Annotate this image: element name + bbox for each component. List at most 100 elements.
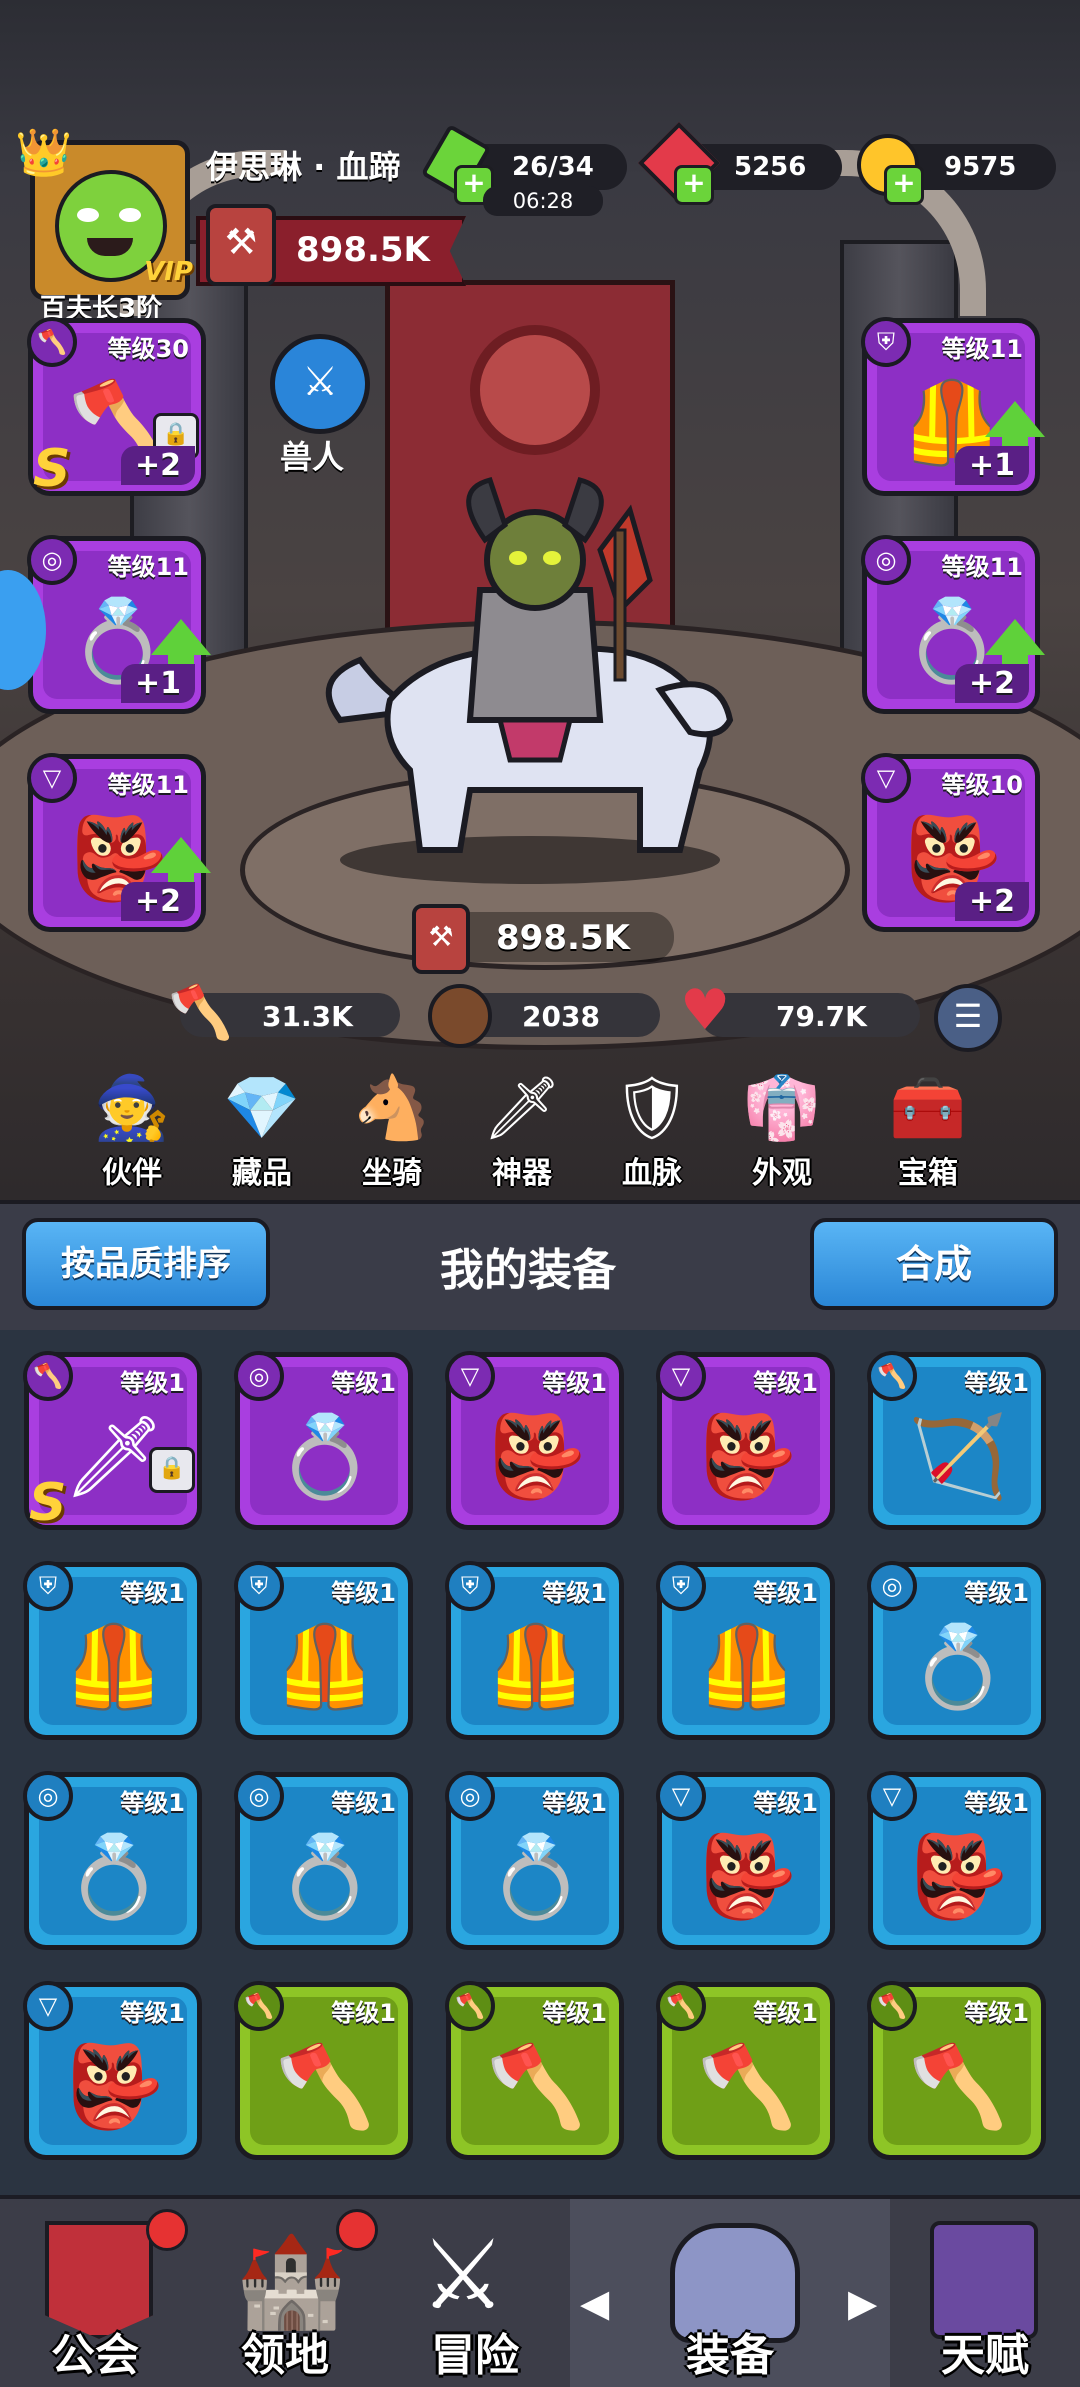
partner-icon: 🧙 bbox=[93, 1071, 171, 1144]
necklace-slot-icon: ▽ bbox=[23, 1981, 73, 2031]
sort-by-quality-button[interactable]: 按品质排序 bbox=[22, 1218, 270, 1310]
menu-artifact[interactable]: 🗡 神器 bbox=[472, 1068, 572, 1192]
inventory-item[interactable]: 🪓 等级1 🪓 bbox=[445, 1981, 624, 2160]
inventory-item[interactable]: 🪓 等级1 🏹 bbox=[867, 1351, 1046, 1530]
ring-icon: 💍 bbox=[275, 1830, 375, 1923]
inventory-item[interactable]: ▽ 等级1 👺 bbox=[445, 1351, 624, 1530]
armor-slot-icon: ⛨ bbox=[23, 1561, 73, 1611]
inventory-item[interactable]: 🪓 等级1 🗡 🔒 S bbox=[23, 1351, 202, 1533]
item-level: 等级1 bbox=[331, 1999, 396, 2027]
inventory-item[interactable]: ⛨ 等级1 🦺 bbox=[656, 1561, 835, 1740]
item-level: 等级1 bbox=[120, 1789, 185, 1817]
armor-slot-icon: ⛨ bbox=[445, 1561, 495, 1611]
nav-equipment[interactable]: ◀ ▶ 装备 bbox=[570, 2195, 890, 2387]
artifact-icon: 🗡 bbox=[482, 1071, 562, 1144]
inventory-item[interactable]: ▽ 等级1 👺 bbox=[656, 1771, 835, 1950]
inventory-item[interactable]: 🪓 等级1 🪓 bbox=[656, 1981, 835, 2160]
banner-emblem bbox=[470, 325, 600, 455]
item-level: 等级1 bbox=[964, 1789, 1029, 1817]
slot-level: 等级11 bbox=[941, 553, 1023, 581]
ring-slot-icon: ◎ bbox=[23, 1771, 73, 1821]
item-level: 等级1 bbox=[542, 1369, 607, 1397]
menu-label: 伙伴 bbox=[102, 1156, 162, 1191]
inventory-title: 我的装备 bbox=[440, 1245, 616, 1296]
necklace-slot-icon: ▽ bbox=[445, 1351, 495, 1401]
ring-icon: 💍 bbox=[64, 1830, 164, 1923]
slot-level: 等级11 bbox=[941, 335, 1023, 363]
item-level: 等级1 bbox=[964, 1999, 1029, 2027]
item-level: 等级1 bbox=[964, 1579, 1029, 1607]
item-level: 等级1 bbox=[120, 1999, 185, 2027]
hp-value: 79.7K bbox=[776, 1000, 867, 1033]
nav-label: 天赋 bbox=[941, 2330, 1029, 2381]
inventory-item[interactable]: ▽ 等级1 👺 bbox=[23, 1981, 202, 2160]
ring-slot-icon: ◎ bbox=[445, 1771, 495, 1821]
hero-power-value: 898.5K bbox=[496, 918, 630, 958]
menu-label: 神器 bbox=[492, 1156, 552, 1191]
nav-territory[interactable]: 🏰 领地 bbox=[190, 2195, 380, 2387]
menu-appearance[interactable]: 👘 外观 bbox=[732, 1068, 832, 1192]
nav-guild[interactable]: 公会 bbox=[0, 2195, 190, 2387]
slot-level: 等级11 bbox=[107, 553, 189, 581]
inventory-item[interactable]: ◎ 等级1 💍 bbox=[234, 1351, 413, 1530]
gem-add-icon[interactable]: + bbox=[674, 165, 714, 205]
inventory-item[interactable]: ▽ 等级1 👺 bbox=[656, 1351, 835, 1530]
armor-icon: 🦺 bbox=[697, 1620, 797, 1713]
player-avatar[interactable]: 👑 VIP bbox=[15, 125, 193, 300]
menu-bloodline[interactable]: 🛡 血脉 bbox=[602, 1068, 702, 1192]
inventory-item[interactable]: ◎ 等级1 💍 bbox=[234, 1771, 413, 1950]
gold-add-icon[interactable]: + bbox=[884, 165, 924, 205]
stats-list-icon[interactable]: ☰ bbox=[934, 984, 1002, 1052]
slot-level: 等级10 bbox=[941, 771, 1023, 799]
hero-character[interactable] bbox=[300, 470, 760, 890]
item-level: 等级1 bbox=[120, 1579, 185, 1607]
inventory-item[interactable]: ⛨ 等级1 🦺 bbox=[23, 1561, 202, 1740]
equip-slot-necklace[interactable]: ▽ 等级10 👺 +2 bbox=[861, 753, 1040, 932]
inventory-item[interactable]: ◎ 等级1 💍 bbox=[445, 1771, 624, 1950]
inventory-item[interactable]: 🪓 等级1 🪓 bbox=[234, 1981, 413, 2160]
necklace-slot-icon: ▽ bbox=[656, 1351, 706, 1401]
equip-slot-ring[interactable]: ◎ 等级11 💍 +1 bbox=[27, 535, 211, 714]
feature-menu: 🧙 伙伴 💎 藏品 🐴 坐骑 🗡 神器 🛡 血脉 👘 外观 🧰 宝箱 bbox=[0, 1068, 1080, 1200]
menu-collection[interactable]: 💎 藏品 bbox=[212, 1068, 312, 1192]
item-level: 等级1 bbox=[542, 1789, 607, 1817]
gem-value: 5256 bbox=[734, 152, 807, 182]
inventory-item[interactable]: ◎ 等级1 💍 bbox=[23, 1771, 202, 1950]
merge-button[interactable]: 合成 bbox=[810, 1218, 1058, 1310]
attack-axe-icon: 🪓 bbox=[168, 983, 233, 1043]
equip-slot-armor[interactable]: ⛨ 等级11 🦺 +1 bbox=[861, 317, 1045, 496]
equip-slot-necklace[interactable]: ▽ 等级11 👺 +2 bbox=[27, 753, 211, 932]
menu-label: 外观 bbox=[752, 1156, 812, 1191]
armor-icon: 🦺 bbox=[64, 1620, 164, 1713]
equip-slot-ring[interactable]: ◎ 等级11 💍 +2 bbox=[861, 535, 1045, 714]
defense-value: 2038 bbox=[522, 1000, 600, 1033]
inventory-item[interactable]: ⛨ 等级1 🦺 bbox=[445, 1561, 624, 1740]
inventory-item[interactable]: ▽ 等级1 👺 bbox=[867, 1771, 1046, 1950]
necklace-icon: 👺 bbox=[697, 1830, 797, 1923]
nav-adventure[interactable]: ⚔ 冒险 bbox=[380, 2195, 570, 2387]
inventory-item[interactable]: 🪓 等级1 🪓 bbox=[867, 1981, 1046, 2160]
weapon-slot-icon: 🪓 bbox=[867, 1981, 917, 2031]
necklace-icon: 👺 bbox=[486, 1410, 586, 1503]
orc-race-icon[interactable]: ⚔ bbox=[270, 334, 370, 434]
menu-partner[interactable]: 🧙 伙伴 bbox=[82, 1068, 182, 1192]
slot-plus: +2 bbox=[954, 664, 1029, 703]
power-value: 898.5K bbox=[296, 230, 430, 270]
equip-slot-weapon[interactable]: 🪓 等级30 🪓 🔒 +2 S bbox=[27, 317, 206, 499]
s-rank-badge: S bbox=[29, 1473, 67, 1533]
inventory-item[interactable]: ⛨ 等级1 🦺 bbox=[234, 1561, 413, 1740]
axe-icon: 🪓 bbox=[908, 2040, 1008, 2133]
appearance-icon: 👘 bbox=[743, 1071, 821, 1144]
menu-mount[interactable]: 🐴 坐骑 bbox=[342, 1068, 442, 1192]
ring-icon: 💍 bbox=[275, 1410, 375, 1503]
weapon-slot-icon: 🪓 bbox=[656, 1981, 706, 2031]
menu-chest[interactable]: 🧰 宝箱 bbox=[878, 1068, 978, 1192]
inventory-grid: 🪓 等级1 🗡 🔒 S ◎ 等级1 💍 ▽ 等级1 👺 ▽ 等级1 👺 🪓 等级1 🏹 ⛨ 等级1 🦺 ⛨ 等级1 🦺 ⛨ 等级… bbox=[0, 1330, 1080, 2200]
nav-talent[interactable]: 天赋 bbox=[890, 2195, 1080, 2387]
inventory-item[interactable]: ◎ 等级1 💍 bbox=[867, 1561, 1046, 1740]
upgrade-arrow-icon bbox=[985, 619, 1045, 655]
power-axe-icon: ⚒ bbox=[412, 904, 470, 974]
item-level: 等级1 bbox=[120, 1369, 185, 1397]
notification-dot bbox=[146, 2209, 188, 2251]
weapon-slot-icon: 🪓 bbox=[234, 1981, 284, 2031]
